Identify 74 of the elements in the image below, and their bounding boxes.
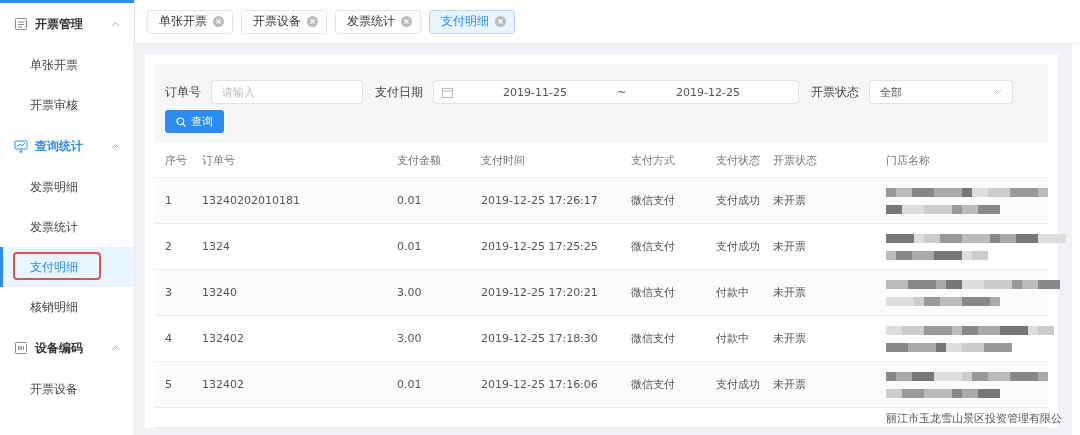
table-cell-text: 付款中 (716, 285, 750, 300)
field-label: 订单号 (165, 83, 201, 101)
chevron-down-icon (993, 89, 1002, 95)
column-header: 开票状态 (773, 152, 818, 168)
table-cell-text: 2 (165, 240, 173, 253)
chevron-up-icon (111, 21, 120, 27)
menu-item[interactable]: 单张开票 (0, 45, 134, 85)
search-icon (176, 116, 186, 127)
table-cell-text: 微信支付 (631, 193, 676, 208)
table-cell-text: 13240 (202, 286, 238, 299)
close-icon (401, 16, 412, 27)
table-cell-text: 支付成功 (716, 193, 761, 208)
table-cell-text: 4 (165, 332, 173, 345)
column-header: 门店名称 (886, 152, 931, 168)
field-label: 支付日期 (375, 83, 423, 101)
close-icon (307, 16, 318, 27)
table-cell-text: 未开票 (773, 193, 807, 208)
table-cell-text: 2019-12-25 17:25:25 (481, 240, 599, 253)
table-cell-text: 0.01 (397, 240, 423, 253)
table-cell-text: 1 (165, 194, 173, 207)
table-cell-text: 5 (165, 378, 173, 391)
chevron-up-icon (111, 143, 120, 149)
column-header: 支付金额 (397, 152, 442, 168)
table-cell-text: 2019-12-25 17:18:30 (481, 332, 599, 345)
table-cell-text: 微信支付 (631, 331, 676, 346)
table-cell-text: 3.00 (397, 286, 423, 299)
status-dropdown[interactable]: 全部 (869, 80, 1013, 104)
date-range-field[interactable]: 2019-11-25 ~ 2019-12-25 (433, 80, 799, 104)
table-cell-text: 微信支付 (631, 239, 676, 254)
monitor-icon (14, 139, 28, 153)
table-cell-text: 付款中 (716, 331, 750, 346)
menu-item[interactable]: 开票设备 (0, 369, 134, 409)
page-tab[interactable]: 单张开票 (147, 9, 233, 34)
table-cell-text: 微信支付 (631, 285, 676, 300)
chevron-up-icon (111, 345, 120, 351)
field-label: 开票状态 (811, 83, 859, 101)
table-cell-text: 未开票 (773, 239, 807, 254)
column-header: 订单号 (202, 152, 236, 168)
table-cell-text: 3.00 (397, 332, 423, 345)
table-cell-text: 0.01 (397, 378, 423, 391)
menu-item[interactable]: 核销明细 (0, 287, 134, 327)
table-cell-text: 1324 (202, 240, 231, 253)
table-cell-text: 2019-12-25 17:26:17 (481, 194, 599, 207)
table-cell-text: 未开票 (773, 331, 807, 346)
table-cell-text: 支付成功 (716, 239, 761, 254)
table-cell-text: 微信支付 (631, 377, 676, 392)
order-number-field[interactable]: 请输入 (211, 80, 363, 104)
document-icon (14, 17, 28, 31)
table-cell-text: 3 (165, 286, 173, 299)
column-header: 支付状态 (716, 152, 761, 168)
menu-item[interactable]: 开票审核 (0, 85, 134, 125)
menu-group[interactable]: 开票管理 (0, 3, 134, 45)
column-header: 支付方式 (631, 152, 676, 168)
table-cell-text: 2019-12-25 17:16:06 (481, 378, 599, 391)
table-cell-text: 132402 (202, 378, 245, 391)
close-icon (495, 16, 506, 27)
page-tab[interactable]: 发票统计 (335, 9, 421, 34)
menu-group[interactable]: 设备编码 (0, 327, 134, 369)
table-cell-text: 未开票 (773, 377, 807, 392)
column-header: 支付时间 (481, 152, 526, 168)
menu-item[interactable]: 发票明细 (0, 167, 134, 207)
barcode-icon (14, 341, 28, 355)
close-icon (213, 16, 224, 27)
column-header: 序号 (165, 152, 188, 168)
table-cell-text: 丽江市玉龙雪山景区投资管理有限公 (886, 411, 1063, 426)
page-tab[interactable]: 开票设备 (241, 9, 327, 34)
table-cell-text: 未开票 (773, 285, 807, 300)
calendar-icon (442, 86, 453, 98)
table-cell-text: 0.01 (397, 194, 423, 207)
table-cell-text: 支付成功 (716, 377, 761, 392)
table-cell-text: 2019-12-25 17:20:21 (481, 286, 599, 299)
menu-item[interactable]: 发票统计 (0, 207, 134, 247)
table-cell-text: 13240202010181 (202, 194, 301, 207)
table-cell-text: 132402 (202, 332, 245, 345)
